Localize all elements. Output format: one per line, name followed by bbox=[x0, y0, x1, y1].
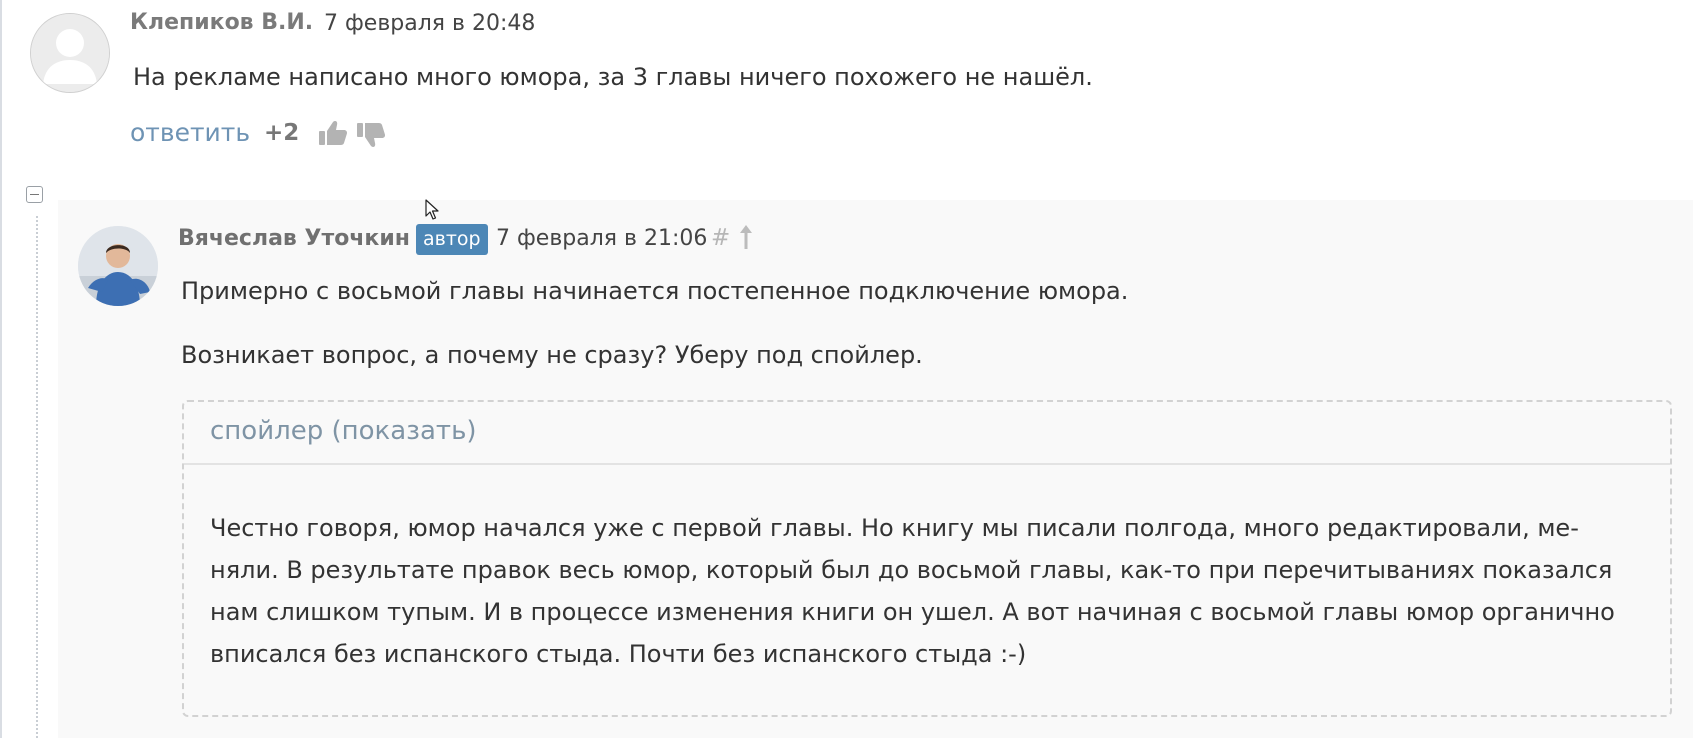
comment-text: На рекламе написано много юмора, за 3 гл… bbox=[133, 63, 1093, 91]
spoiler-content: Честно говоря, юмор начался уже с первой… bbox=[210, 507, 1650, 675]
spoiler-title[interactable]: спойлер (показать) bbox=[210, 416, 477, 446]
reply-date: 7 февраля в 21:06 bbox=[496, 226, 708, 251]
spoiler-toggle[interactable]: спойлер (показать) bbox=[184, 402, 1670, 465]
spoiler-line: нам слишком тупым. И в процессе изменени… bbox=[210, 598, 1615, 626]
up-arrow-icon[interactable] bbox=[739, 224, 753, 254]
author-avatar[interactable] bbox=[78, 226, 158, 306]
comment-author[interactable]: Клепиков В.И. bbox=[130, 10, 313, 35]
thread-line bbox=[36, 216, 38, 738]
author-badge: автор bbox=[416, 224, 488, 255]
spoiler-line: вписался без испанского стыда. Почти без… bbox=[210, 640, 1027, 668]
reply-link[interactable]: ответить bbox=[130, 118, 250, 147]
avatar-placeholder-icon[interactable] bbox=[30, 13, 110, 93]
permalink-hash-link[interactable]: # bbox=[711, 225, 730, 251]
spoiler-line: няли. В результате правок весь юмор, кот… bbox=[210, 556, 1613, 584]
vote-score: +2 bbox=[264, 120, 300, 146]
spoiler-line: Честно говоря, юмор начался уже с первой… bbox=[210, 514, 1579, 542]
reply-paragraph-1: Примерно с восьмой главы начинается пост… bbox=[181, 277, 1129, 305]
collapse-icon[interactable] bbox=[26, 186, 43, 203]
thumbs-down-icon[interactable] bbox=[356, 122, 386, 152]
reply-paragraph-2: Возникает вопрос, а почему не сразу? Убе… bbox=[181, 341, 923, 369]
spoiler-block: спойлер (показать) Честно говоря, юмор н… bbox=[182, 400, 1672, 717]
comment-klepikov: Клепиков В.И. 7 февраля в 20:48 На рекла… bbox=[0, 0, 1693, 180]
thumbs-up-icon[interactable] bbox=[318, 120, 348, 150]
comment-date: 7 февраля в 20:48 bbox=[324, 11, 536, 36]
mouse-cursor-icon bbox=[425, 199, 439, 225]
reply-author[interactable]: Вячеслав Уточкин bbox=[178, 226, 410, 251]
